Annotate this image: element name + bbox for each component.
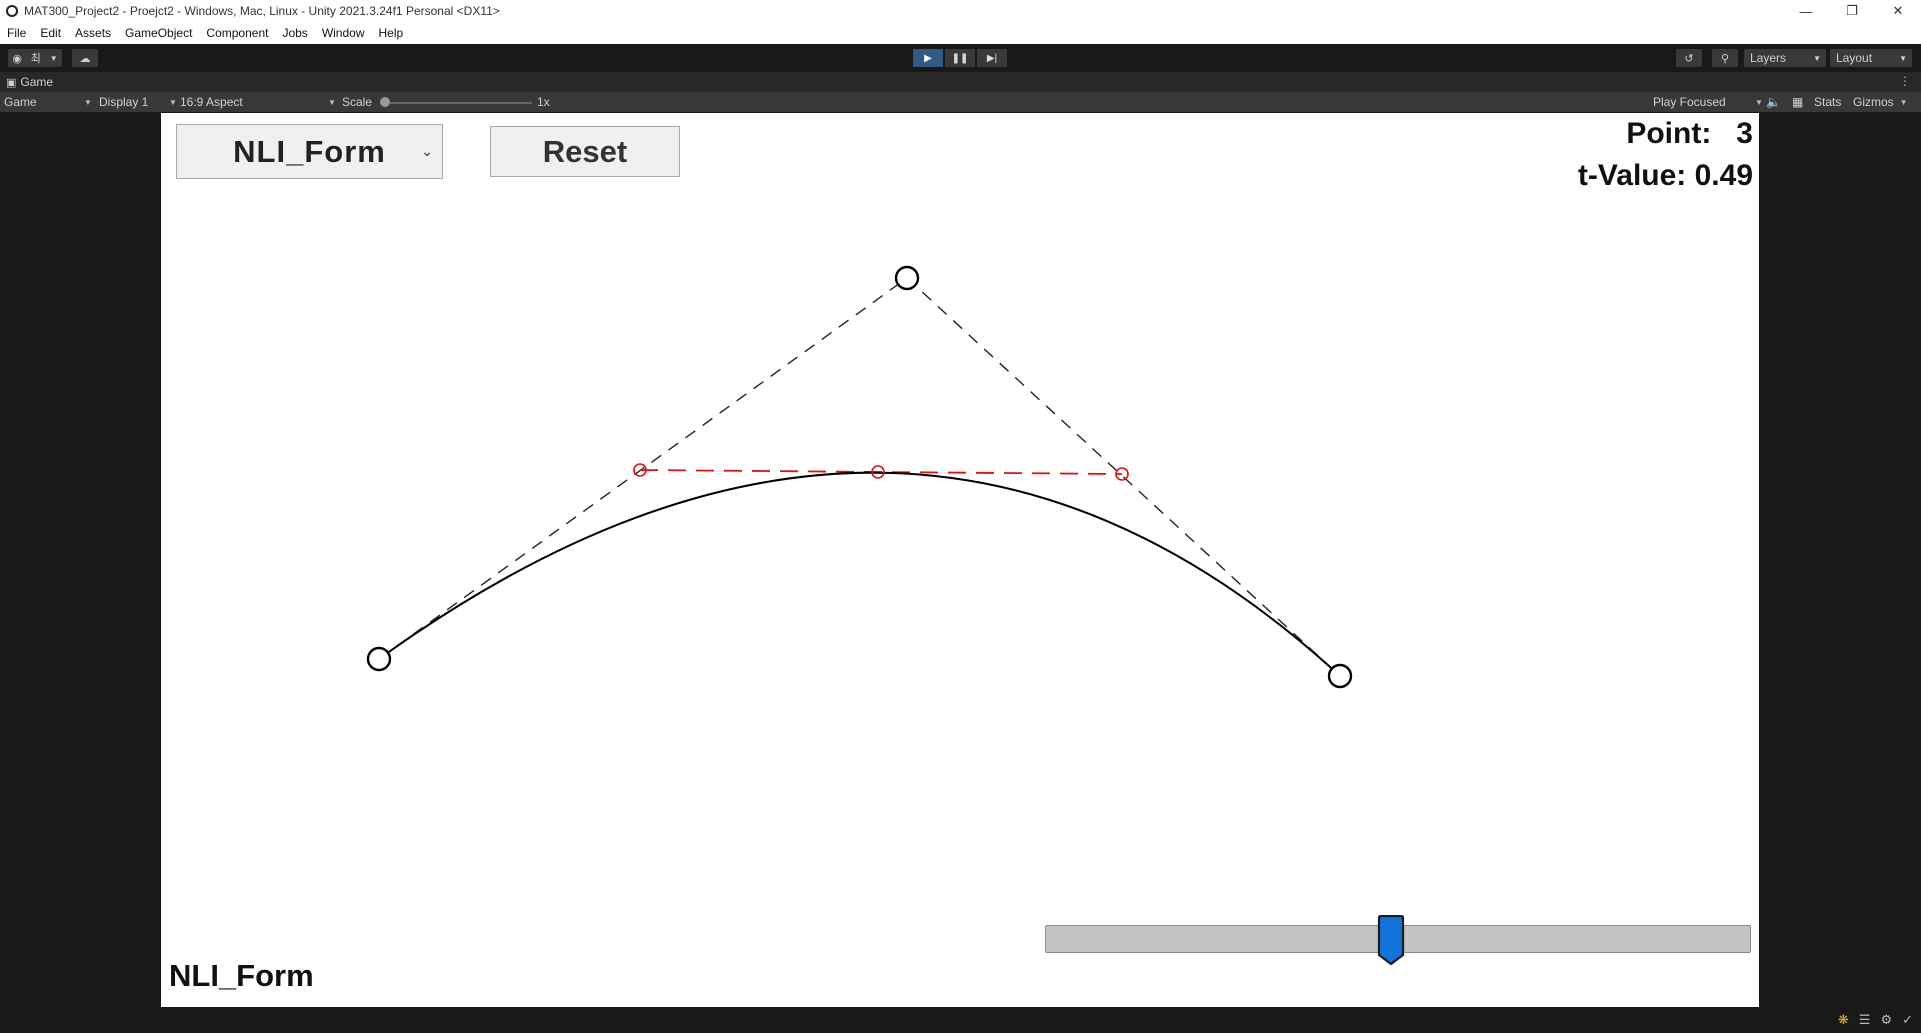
unity-logo-icon — [6, 5, 18, 17]
cloud-icon[interactable]: ☁ — [72, 49, 98, 67]
menu-assets[interactable]: Assets — [68, 26, 118, 40]
settings-icon[interactable]: ⚙ — [1880, 1012, 1892, 1028]
form-dropdown[interactable]: NLI_Form ⌄ — [176, 124, 443, 179]
t-value-label: t-Value: 0.49 — [1577, 159, 1753, 192]
minimize-icon[interactable]: — — [1783, 0, 1829, 22]
check-circle-icon[interactable]: ✓ — [1902, 1012, 1913, 1028]
form-dropdown-label: NLI_Form — [233, 133, 386, 169]
control-point[interactable] — [894, 265, 920, 291]
gizmos-label: Gizmos — [1853, 95, 1894, 109]
point-count-label: Point: 3 — [1626, 117, 1753, 150]
control-point[interactable] — [1327, 663, 1353, 689]
window-title: MAT300_Project2 - Proejct2 - Windows, Ma… — [24, 4, 500, 18]
account-label: 최 — [30, 53, 41, 65]
history-icon[interactable]: ↺ — [1676, 49, 1702, 67]
chevron-down-icon: ▼ — [49, 53, 58, 63]
status-icons: ❋ ☰ ⚙ ✓ — [1838, 1012, 1913, 1028]
main-toolbar: ◉ 최 ▼ ☁ ▶ ❚❚ ▶| ↺ ⚲ Layers ▼ Layout ▼ — [0, 44, 1921, 72]
layers-label: Layers — [1750, 51, 1787, 65]
stats-button[interactable]: Stats — [1814, 95, 1841, 109]
audio-mute-icon[interactable]: 🔈 — [1766, 95, 1781, 109]
display-select[interactable]: Display 1 ▼ — [99, 95, 177, 109]
menu-edit[interactable]: Edit — [33, 26, 68, 40]
more-options-icon[interactable]: ⋮ — [1899, 74, 1911, 88]
window-controls: — ❐ ✕ — [1783, 0, 1921, 22]
close-icon[interactable]: ✕ — [1875, 0, 1921, 22]
chevron-down-icon: ▼ — [1899, 53, 1907, 63]
menu-help[interactable]: Help — [372, 26, 411, 40]
account-icon: ◉ — [12, 52, 22, 65]
layers-dropdown[interactable]: Layers ▼ — [1744, 49, 1826, 67]
play-button[interactable]: ▶ — [913, 49, 943, 67]
menu-gameobject[interactable]: GameObject — [118, 26, 199, 40]
chevron-down-icon: ⌄ — [421, 143, 434, 159]
scale-slider-track[interactable] — [387, 102, 532, 104]
layout-dropdown[interactable]: Layout ▼ — [1830, 49, 1912, 67]
game-view: NLI_Form ⌄ Reset Point: 3 t-Value: 0.49 … — [161, 113, 1759, 1007]
scale-value: 1x — [537, 95, 550, 109]
restore-icon[interactable]: ❐ — [1829, 0, 1875, 22]
grid-icon[interactable]: ▦ — [1792, 95, 1803, 109]
chevron-down-icon: ▼ — [1755, 97, 1763, 107]
menu-file[interactable]: File — [0, 26, 33, 40]
playmode-controls: ▶ ❚❚ ▶| — [913, 49, 1007, 67]
current-form-label: NLI_Form — [169, 958, 314, 993]
bezier-canvas — [366, 265, 1353, 689]
game-controls-bar: Game ▼ Display 1 ▼ 16:9 Aspect ▼ Scale 1… — [0, 92, 1921, 112]
step-button[interactable]: ▶| — [977, 49, 1007, 67]
tab-game[interactable]: ▣ Game — [6, 75, 53, 89]
window-title-bar: MAT300_Project2 - Proejct2 - Windows, Ma… — [0, 0, 1921, 22]
reset-button[interactable]: Reset — [490, 126, 680, 177]
play-mode-select[interactable]: Play Focused ▼ — [1653, 95, 1763, 109]
control-point[interactable] — [366, 646, 392, 672]
chevron-down-icon: ▼ — [169, 97, 177, 107]
control-polygon — [378, 277, 1341, 677]
account-dropdown[interactable]: ◉ 최 ▼ — [8, 49, 62, 67]
scale-slider-handle[interactable] — [380, 97, 390, 107]
play-mode-label: Play Focused — [1653, 95, 1726, 109]
bezier-curve — [378, 471, 1341, 677]
layers-stack-icon[interactable]: ☰ — [1859, 1012, 1871, 1028]
view-select-label: Game — [4, 95, 37, 109]
chevron-down-icon: ▼ — [1813, 53, 1821, 63]
gizmos-dropdown[interactable]: Gizmos ▼ — [1853, 95, 1917, 109]
menu-window[interactable]: Window — [315, 26, 372, 40]
bug-icon[interactable]: ❋ — [1838, 1012, 1849, 1028]
status-bar: ❋ ☰ ⚙ ✓ — [0, 1008, 1921, 1033]
chevron-down-icon: ▼ — [328, 97, 336, 107]
chevron-down-icon: ▼ — [84, 97, 92, 107]
menu-component[interactable]: Component — [199, 26, 275, 40]
menu-jobs[interactable]: Jobs — [275, 26, 314, 40]
menu-bar: File Edit Assets GameObject Component Jo… — [0, 22, 1921, 44]
search-icon[interactable]: ⚲ — [1712, 49, 1738, 67]
display-select-label: Display 1 — [99, 95, 149, 109]
tab-game-label: Game — [20, 75, 54, 89]
gamepad-icon: ▣ — [6, 76, 17, 89]
view-select[interactable]: Game ▼ — [4, 95, 92, 109]
aspect-select-label: 16:9 Aspect — [180, 95, 243, 109]
scale-label: Scale — [342, 95, 373, 109]
aspect-select[interactable]: 16:9 Aspect ▼ — [180, 95, 336, 109]
layout-label: Layout — [1836, 51, 1873, 65]
game-tab-bar: ▣ Game ⋮ — [0, 72, 1921, 92]
t-value-slider-handle[interactable] — [1377, 915, 1405, 965]
pause-button[interactable]: ❚❚ — [945, 49, 975, 67]
chevron-down-icon: ▼ — [1899, 97, 1908, 107]
